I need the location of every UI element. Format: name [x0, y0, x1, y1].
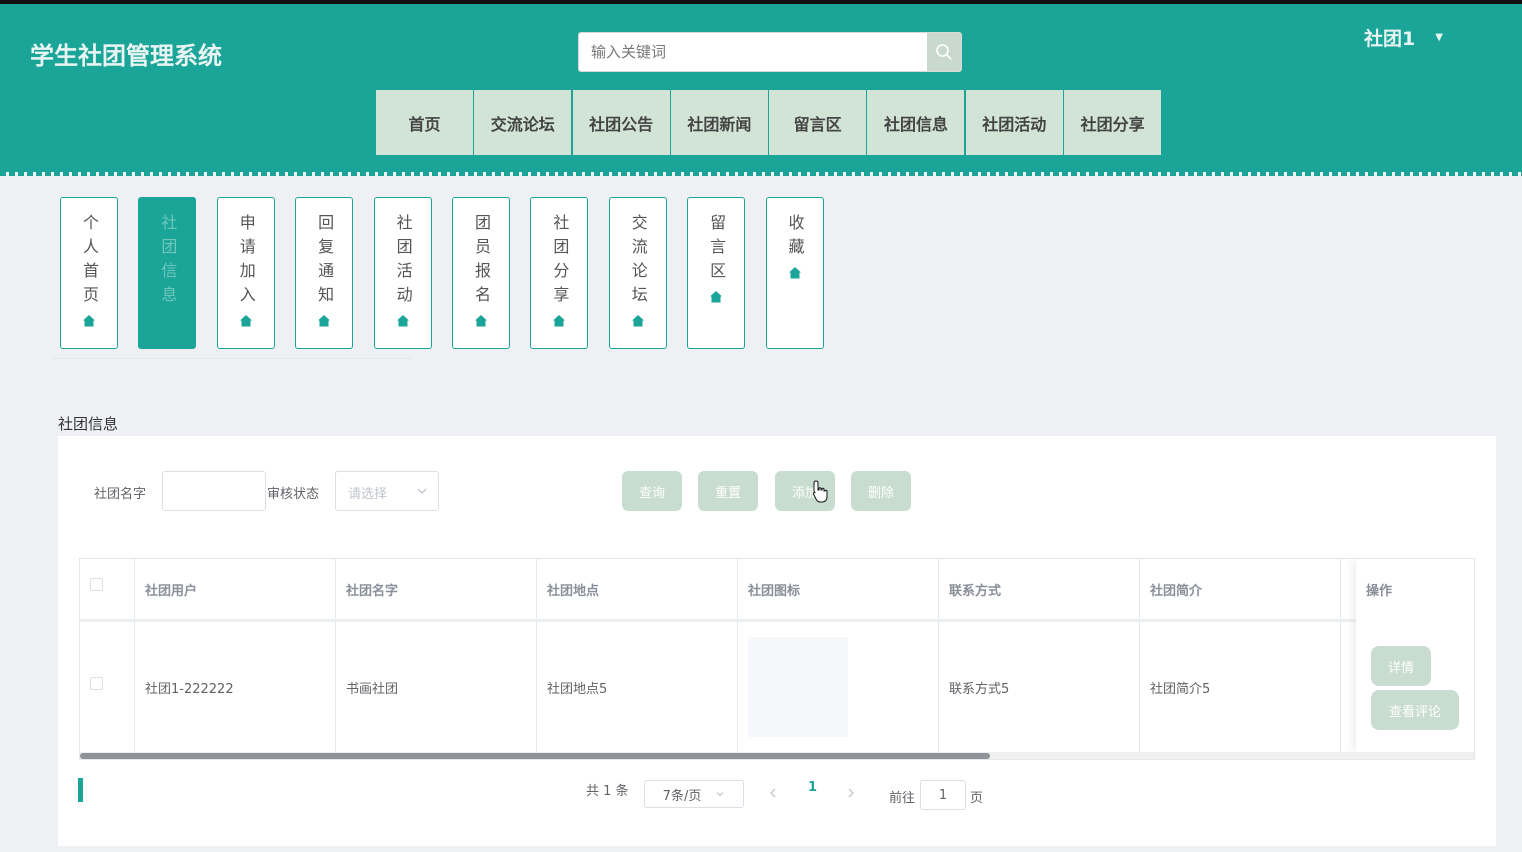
sidebar-item-label: 社团活动: [393, 214, 413, 310]
search-icon: [936, 44, 952, 60]
sidebar-item-label: 社团信息: [158, 214, 178, 310]
nav-item-home[interactable]: 首页: [376, 90, 473, 155]
home-icon: [396, 315, 409, 327]
home-icon: [710, 291, 723, 303]
page-size-select[interactable]: 7条/页: [644, 780, 744, 808]
app-title: 学生社团管理系统: [30, 42, 222, 70]
accent-bar: [78, 778, 83, 802]
column-header[interactable]: 社团用户: [135, 559, 336, 619]
column-header[interactable]: 社团地点: [537, 559, 738, 619]
nav-item-share[interactable]: 社团分享: [1064, 90, 1162, 155]
cell-club-location: 社团地点5: [537, 622, 738, 752]
current-page[interactable]: 1: [808, 780, 817, 795]
cell-contact: 联系方式5: [939, 622, 1140, 752]
home-icon: [553, 315, 566, 327]
cell-intro: 社团简介5: [1140, 622, 1341, 752]
sidebar-item-reply-notice[interactable]: 回复通知: [295, 197, 354, 349]
pagination-total: 共 1 条: [586, 784, 629, 799]
sidebar-item-label: 申请加入: [236, 214, 256, 310]
page-size-value: 7条/页: [662, 788, 702, 804]
home-icon: [83, 315, 95, 327]
review-status-label: 审核状态: [267, 487, 320, 502]
pointer-cursor-icon: [812, 480, 828, 503]
sidebar-item-label: 收藏: [785, 214, 805, 262]
sidebar-underline: [52, 358, 412, 359]
query-button[interactable]: 查询: [622, 471, 682, 511]
column-header[interactable]: 社团名字: [336, 559, 537, 619]
select-all-checkbox[interactable]: [90, 577, 103, 591]
sidebar-item-member-signup[interactable]: 团员报名: [451, 197, 510, 349]
sidebar-item-label: 交流论坛: [628, 214, 648, 310]
sidebar-item-forum[interactable]: 交流论坛: [608, 197, 667, 349]
cell-club-user: 社团1-222222: [135, 622, 336, 752]
nav-item-club-info[interactable]: 社团信息: [867, 90, 965, 155]
column-header[interactable]: 社团简介: [1140, 559, 1341, 619]
search-button[interactable]: [927, 33, 961, 71]
content-panel: 社团名字 审核状态 请选择 查询 重置 添加 删除 社团用户 社团名字 社团地点…: [58, 436, 1496, 846]
sidebar-item-share[interactable]: 社团分享: [530, 197, 589, 349]
club-icon-image: [748, 637, 848, 737]
sidebar-item-activities[interactable]: 社团活动: [373, 197, 432, 349]
home-icon: [788, 267, 801, 279]
goto-label: 前往: [889, 791, 916, 806]
row-select-cell: [80, 622, 135, 752]
page-title: 社团信息: [58, 415, 119, 433]
sidebar-item-personal-home[interactable]: 个人首页: [60, 197, 118, 349]
cell-club-name: 书画社团: [336, 622, 537, 752]
row-checkbox[interactable]: [90, 676, 103, 690]
club-name-input[interactable]: [162, 471, 266, 511]
sidebar-item-favorites[interactable]: 收藏: [765, 197, 824, 349]
delete-button[interactable]: 删除: [851, 471, 911, 511]
main-nav: 首页 交流论坛 社团公告 社团新闻 留言区 社团信息 社团活动 社团分享: [376, 90, 1162, 155]
nav-item-messages[interactable]: 留言区: [769, 90, 867, 155]
view-comments-button[interactable]: 查看评论: [1371, 690, 1459, 730]
home-icon: [474, 315, 487, 327]
sidebar-item-apply-join[interactable]: 申请加入: [216, 197, 275, 349]
header: 学生社团管理系统 社团1 ▼ 首页 交流论坛 社团公告 社团新闻 留言区 社团信…: [0, 4, 1522, 172]
actions-column: 操作 详情 查看评论: [1356, 559, 1474, 752]
search-input[interactable]: [579, 33, 929, 71]
nav-item-news[interactable]: 社团新闻: [670, 90, 768, 155]
cell-club-icon: [738, 622, 939, 752]
sidebar-item-label: 团员报名: [471, 214, 491, 310]
prev-page-icon[interactable]: [768, 788, 778, 798]
sidebar-item-label: 社团分享: [550, 214, 570, 310]
horizontal-scrollbar-thumb[interactable]: [80, 753, 990, 759]
review-status-placeholder: 请选择: [348, 487, 388, 502]
reset-button[interactable]: 重置: [698, 471, 758, 511]
club-name-label: 社团名字: [94, 487, 147, 502]
chevron-down-icon: [417, 488, 427, 494]
chevron-down-icon: [716, 792, 724, 797]
goto-page-input[interactable]: 1: [920, 780, 966, 810]
column-header: 操作: [1366, 583, 1393, 599]
review-status-select[interactable]: 请选择: [335, 471, 439, 511]
nav-item-activities[interactable]: 社团活动: [965, 90, 1063, 155]
select-all-cell: [80, 559, 135, 619]
nav-item-announcements[interactable]: 社团公告: [572, 90, 670, 155]
user-menu[interactable]: 社团1 ▼: [1364, 24, 1443, 51]
caret-down-icon: ▼: [1435, 32, 1443, 43]
sidebar-item-club-info[interactable]: 社团信息: [138, 197, 197, 349]
column-header[interactable]: 社团图标: [738, 559, 939, 619]
page-unit-label: 页: [970, 791, 984, 806]
header-divider: [0, 172, 1522, 176]
column-header[interactable]: 联系方式: [939, 559, 1140, 619]
home-icon: [631, 315, 644, 327]
details-button[interactable]: 详情: [1371, 646, 1431, 686]
home-icon: [318, 315, 331, 327]
sidebar-item-label: 回复通知: [315, 214, 335, 310]
sidebar-item-label: 个人首页: [80, 214, 99, 310]
data-table: 社团用户 社团名字 社团地点 社团图标 联系方式 社团简介 社团1-222222…: [79, 558, 1475, 760]
sidebar-item-messages[interactable]: 留言区: [687, 197, 746, 349]
sidebar-item-label: 留言区: [707, 214, 727, 286]
home-icon: [239, 315, 252, 327]
nav-item-forum[interactable]: 交流论坛: [474, 90, 572, 155]
user-name: 社团1: [1364, 28, 1416, 50]
search-box: [578, 32, 962, 72]
next-page-icon[interactable]: [846, 788, 856, 798]
sidebar-menu: 个人首页 社团信息 申请加入 回复通知 社团活动 团员报名 社团分享 交流论坛 …: [60, 197, 844, 349]
